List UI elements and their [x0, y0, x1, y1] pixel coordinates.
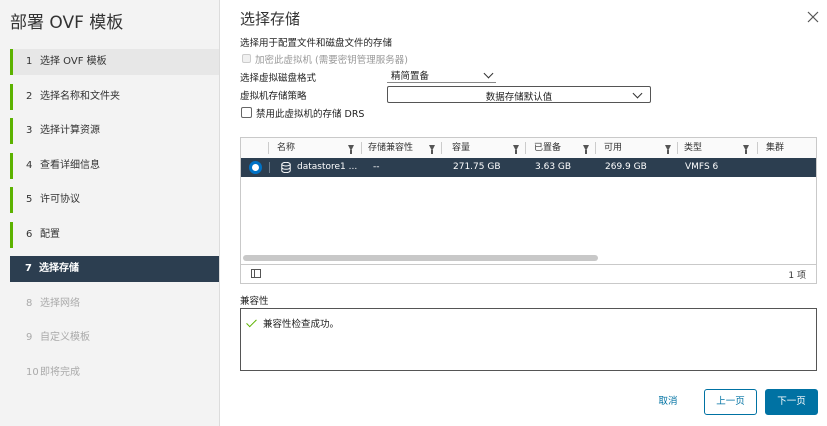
- check-icon: [246, 316, 257, 328]
- step-label: 选择 OVF 模板: [40, 56, 107, 67]
- page-subtitle: 选择用于配置文件和磁盘文件的存储: [240, 38, 393, 49]
- cell-type: VMFS 6: [685, 162, 719, 172]
- column-header-capacity[interactable]: 容量: [446, 138, 526, 158]
- step-review-details[interactable]: 4 查看详细信息: [10, 153, 219, 179]
- disk-format-label: 选择虚拟磁盘格式: [240, 73, 317, 84]
- storage-policy-select[interactable]: 数据存储默认值: [387, 86, 651, 103]
- step-select-name-folder[interactable]: 2 选择名称和文件夹: [10, 84, 219, 110]
- select-column-header: [241, 138, 269, 158]
- compatibility-panel: 兼容性检查成功。: [240, 308, 817, 371]
- compatibility-title: 兼容性: [240, 296, 269, 307]
- cell-capacity: 271.75 GB: [453, 162, 501, 172]
- filter-icon[interactable]: [513, 145, 519, 154]
- storage-policy-value: 数据存储默认值: [485, 92, 553, 103]
- table-header: 名称 存储兼容性 容量 已置备 可用 类型 集群: [241, 138, 816, 159]
- datastore-table: 名称 存储兼容性 容量 已置备 可用 类型 集群 datastore1 ... …: [240, 137, 817, 284]
- step-label: 选择网络: [40, 298, 80, 309]
- disable-drs-checkbox[interactable]: [241, 107, 252, 118]
- step-label: 查看详细信息: [40, 160, 100, 171]
- cell-name: datastore1 ...: [297, 162, 358, 172]
- step-license-agreement[interactable]: 5 许可协议: [10, 187, 219, 213]
- column-toggle-icon[interactable]: [251, 269, 261, 278]
- column-header-type[interactable]: 类型: [678, 138, 758, 158]
- step-label: 许可协议: [40, 194, 80, 205]
- wizard-title: 部署 OVF 模板: [10, 13, 124, 33]
- disk-format-select[interactable]: 精简置备: [387, 67, 496, 83]
- step-customize-template: 9 自定义模板: [10, 325, 219, 351]
- radio-selected-icon[interactable]: [249, 161, 262, 174]
- table-row[interactable]: datastore1 ... -- 271.75 GB 3.63 GB 269.…: [241, 158, 816, 177]
- step-select-compute-resource[interactable]: 3 选择计算资源: [10, 118, 219, 144]
- step-number: 7: [25, 263, 32, 274]
- wizard-sidebar: 部署 OVF 模板 1 选择 OVF 模板 2 选择名称和文件夹 3 选择计算资源 4…: [0, 0, 220, 426]
- disable-drs-label: 禁用此虚拟机的存储 DRS: [256, 109, 365, 120]
- column-header-free[interactable]: 可用: [598, 138, 678, 158]
- filter-icon[interactable]: [665, 145, 671, 154]
- filter-icon[interactable]: [429, 145, 435, 154]
- step-number: 3: [26, 125, 33, 136]
- step-select-storage[interactable]: 7 选择存储: [10, 256, 219, 282]
- step-number: 2: [26, 91, 33, 102]
- cell-provisioned: 3.63 GB: [535, 162, 572, 172]
- step-number: 1: [26, 56, 33, 67]
- encrypt-vm-checkbox: [242, 54, 251, 63]
- cell-free: 269.9 GB: [605, 162, 647, 172]
- cancel-button[interactable]: 取消: [648, 390, 688, 416]
- step-number: 10: [26, 367, 39, 378]
- column-header-cluster[interactable]: 集群: [760, 138, 816, 158]
- step-number: 8: [26, 298, 33, 309]
- table-footer: 1 项: [241, 264, 816, 283]
- compatibility-message: 兼容性检查成功。: [263, 319, 340, 330]
- column-header-name[interactable]: 名称: [269, 138, 362, 158]
- step-label: 选择存储: [39, 263, 79, 274]
- filter-icon[interactable]: [743, 145, 749, 154]
- chevron-down-icon: [483, 68, 494, 79]
- step-ready-to-complete: 10即将完成: [10, 360, 219, 386]
- datastore-icon: [281, 162, 291, 173]
- step-number: 6: [26, 229, 33, 240]
- encrypt-vm-label: 加密此虚拟机 (需要密钥管理服务器): [255, 55, 408, 66]
- step-number: 5: [26, 194, 33, 205]
- storage-policy-label: 虚拟机存储策略: [240, 91, 307, 102]
- step-select-networks: 8 选择网络: [10, 291, 219, 317]
- column-header-compat[interactable]: 存储兼容性: [362, 138, 442, 158]
- step-label: 配置: [40, 229, 60, 240]
- filter-icon[interactable]: [583, 145, 589, 154]
- step-select-ovf-template[interactable]: 1 选择 OVF 模板: [10, 49, 219, 75]
- step-number: 4: [26, 160, 33, 171]
- column-header-provisioned[interactable]: 已置备: [528, 138, 596, 158]
- step-number: 9: [26, 332, 33, 343]
- next-button[interactable]: 下一页: [765, 389, 818, 415]
- step-label: 即将完成: [40, 367, 80, 378]
- back-button[interactable]: 上一页: [704, 389, 757, 415]
- close-icon[interactable]: [806, 10, 820, 24]
- step-label: 自定义模板: [40, 332, 90, 343]
- step-label: 选择计算资源: [40, 125, 100, 136]
- page-title: 选择存储: [240, 10, 301, 28]
- disk-format-value: 精简置备: [391, 71, 430, 82]
- horizontal-scrollbar[interactable]: [243, 255, 598, 261]
- step-label: 选择名称和文件夹: [40, 91, 120, 102]
- cell-compat: --: [373, 162, 380, 172]
- filter-icon[interactable]: [348, 145, 354, 154]
- item-count: 1 项: [788, 271, 806, 281]
- step-configuration[interactable]: 6 配置: [10, 222, 219, 248]
